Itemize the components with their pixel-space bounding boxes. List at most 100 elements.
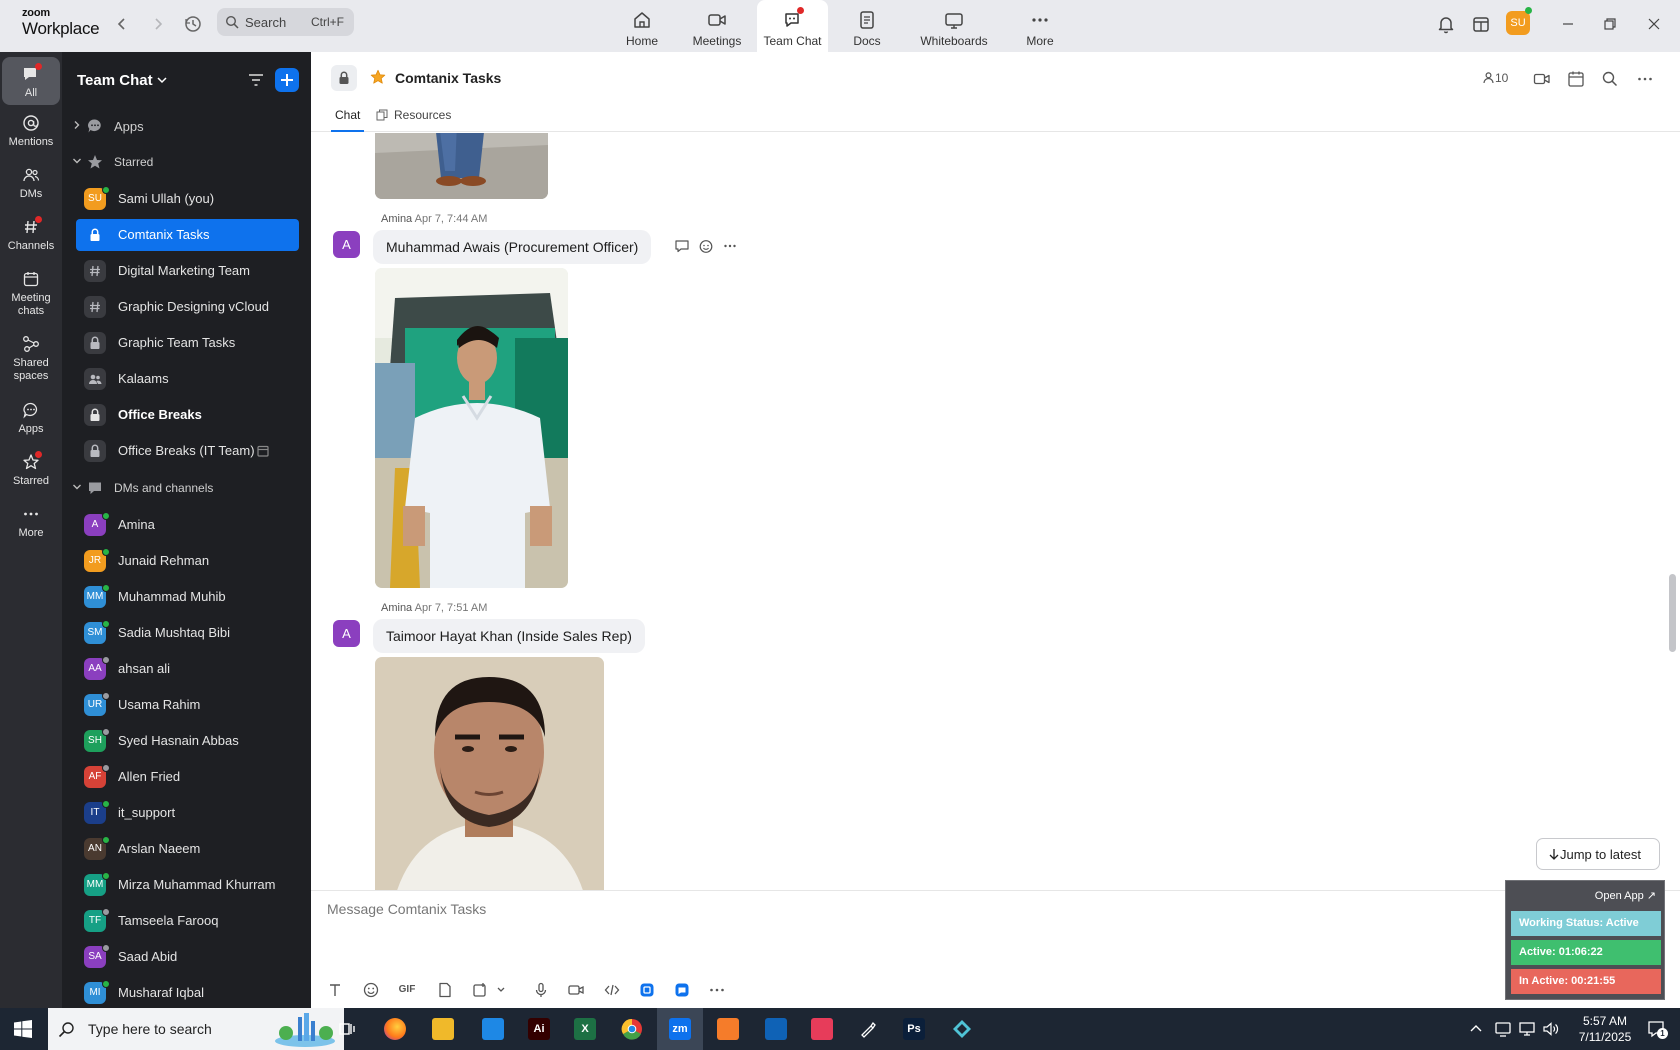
rail-all[interactable]: All bbox=[2, 57, 60, 105]
sidebar-item-dm[interactable]: AA ahsan ali bbox=[76, 653, 299, 685]
message-image[interactable] bbox=[375, 657, 604, 890]
taskbar-app-xampp[interactable] bbox=[705, 1008, 751, 1050]
scrollbar-thumb[interactable] bbox=[1669, 574, 1676, 652]
sidebar-item-dm[interactable]: SA Saad Abid bbox=[76, 941, 299, 973]
zoom-app-icon[interactable] bbox=[673, 981, 691, 999]
starred-icon[interactable] bbox=[370, 69, 386, 85]
rail-mentions[interactable]: Mentions bbox=[2, 114, 60, 149]
tab-chat[interactable]: Chat bbox=[331, 108, 365, 132]
text-format-icon[interactable] bbox=[326, 981, 344, 999]
volume-icon[interactable] bbox=[1542, 1020, 1560, 1038]
sidebar-item-dm[interactable]: MM Mirza Muhammad Khurram bbox=[76, 869, 299, 901]
minimize-icon[interactable] bbox=[1556, 12, 1580, 36]
rail-more[interactable]: More bbox=[2, 505, 60, 540]
message-bubble[interactable]: Taimoor Hayat Khan (Inside Sales Rep) bbox=[373, 619, 645, 653]
remote-desktop-icon[interactable] bbox=[1494, 1020, 1512, 1038]
sidebar-item-dm[interactable]: AF Allen Fried bbox=[76, 761, 299, 793]
history-clock-icon[interactable] bbox=[182, 13, 204, 35]
taskbar-app-vs-code[interactable] bbox=[470, 1008, 516, 1050]
sidebar-item-dm[interactable]: JR Junaid Rehman bbox=[76, 545, 299, 577]
chevron-down-icon[interactable] bbox=[156, 74, 168, 86]
sidebar-item-sami-ullah[interactable]: SU Sami Ullah (you) bbox=[76, 183, 299, 215]
jump-to-latest-button[interactable]: Jump to latest bbox=[1536, 838, 1660, 870]
taskbar-app-app-diamond[interactable] bbox=[939, 1008, 985, 1050]
rail-dms[interactable]: DMs bbox=[2, 166, 60, 201]
taskbar-app-illustrator[interactable]: Ai bbox=[516, 1008, 562, 1050]
sidebar-item-graphic-designing-vcloud[interactable]: Graphic Designing vCloud bbox=[76, 291, 299, 323]
message-composer[interactable]: Message Comtanix Tasks GIF bbox=[311, 890, 1680, 1008]
windows-start-icon[interactable] bbox=[14, 1020, 32, 1038]
emoji-reaction-icon[interactable] bbox=[698, 238, 714, 254]
channel-title[interactable]: Comtanix Tasks bbox=[395, 70, 501, 86]
taskbar-app-outlook[interactable] bbox=[753, 1008, 799, 1050]
tab-home[interactable]: Home bbox=[612, 0, 672, 52]
taskbar-search[interactable]: Type here to search bbox=[48, 1008, 344, 1050]
network-icon[interactable] bbox=[1518, 1020, 1536, 1038]
taskbar-app-creative-cloud[interactable] bbox=[799, 1008, 845, 1050]
screenshot-icon[interactable] bbox=[471, 981, 489, 999]
sidebar-item-graphic-team-tasks[interactable]: Graphic Team Tasks bbox=[76, 327, 299, 359]
rail-channels[interactable]: Channels bbox=[2, 216, 60, 253]
sidebar-item-kalaams[interactable]: Kalaams bbox=[76, 363, 299, 395]
section-starred[interactable]: Starred bbox=[72, 152, 272, 172]
sidebar-item-dm[interactable]: A Amina bbox=[76, 509, 299, 541]
message-list[interactable]: Amina Apr 7, 7:44 AM A Muhammad Awais (P… bbox=[311, 133, 1665, 890]
new-chat-button[interactable] bbox=[275, 68, 299, 92]
sidebar-item-comtanix-tasks[interactable]: Comtanix Tasks bbox=[76, 219, 299, 251]
reply-icon[interactable] bbox=[674, 238, 690, 254]
taskbar-app-photoshop[interactable]: Ps bbox=[891, 1008, 937, 1050]
message-image[interactable] bbox=[375, 133, 548, 199]
more-dots-icon[interactable] bbox=[708, 981, 726, 999]
sidebar-item-office-breaks-it-team[interactable]: Office Breaks (IT Team) bbox=[76, 435, 299, 467]
code-snippet-icon[interactable] bbox=[603, 981, 621, 999]
calendar-icon[interactable] bbox=[1567, 70, 1585, 88]
bell-icon[interactable] bbox=[1434, 12, 1458, 36]
sidebar-item-digital-marketing-team[interactable]: Digital Marketing Team bbox=[76, 255, 299, 287]
message-bubble[interactable]: Muhammad Awais (Procurement Officer) bbox=[373, 230, 652, 264]
rail-shared-spaces[interactable]: Shared spaces bbox=[2, 335, 60, 383]
taskbar-app-task-view[interactable] bbox=[324, 1008, 370, 1050]
search-box[interactable]: Search Ctrl+F bbox=[217, 8, 354, 36]
sidebar-item-dm[interactable]: AN Arslan Naeem bbox=[76, 833, 299, 865]
sender-name[interactable]: Amina bbox=[381, 602, 412, 614]
file-icon[interactable] bbox=[436, 981, 454, 999]
sidebar-item-dm[interactable]: IT it_support bbox=[76, 797, 299, 829]
video-camera-icon[interactable] bbox=[1533, 70, 1551, 88]
more-options-icon[interactable] bbox=[1636, 70, 1654, 88]
more-dots-icon[interactable] bbox=[722, 238, 738, 254]
calendar-gift-icon[interactable] bbox=[1469, 12, 1493, 36]
filter-icon[interactable] bbox=[247, 71, 265, 89]
sidebar-item-dm[interactable]: MI Musharaf Iqbal bbox=[76, 977, 299, 1009]
close-icon[interactable] bbox=[1642, 12, 1666, 36]
user-avatar[interactable]: SU bbox=[1506, 7, 1532, 35]
taskbar-app-excel[interactable]: X bbox=[562, 1008, 608, 1050]
scrollbar-track[interactable] bbox=[1665, 133, 1680, 890]
sidebar-item-dm[interactable]: MM Muhammad Muhib bbox=[76, 581, 299, 613]
taskbar-app-pen-tool[interactable] bbox=[845, 1008, 891, 1050]
back-arrow-icon[interactable] bbox=[111, 13, 133, 35]
section-dms-and-channels[interactable]: DMs and channels bbox=[72, 478, 272, 498]
taskbar-app-chrome[interactable] bbox=[609, 1008, 655, 1050]
notifications-icon[interactable]: 1 bbox=[1646, 1019, 1668, 1039]
sidebar-item-office-breaks[interactable]: Office Breaks bbox=[76, 399, 299, 431]
sender-name[interactable]: Amina bbox=[381, 213, 412, 225]
tab-more[interactable]: More bbox=[1008, 0, 1072, 52]
emoji-icon[interactable] bbox=[362, 981, 380, 999]
chevron-down-icon[interactable] bbox=[496, 981, 506, 999]
section-apps[interactable]: Apps bbox=[72, 116, 272, 136]
tab-team-chat[interactable]: Team Chat bbox=[757, 0, 828, 52]
app-shortcut-icon[interactable] bbox=[638, 981, 656, 999]
video-clip-icon[interactable] bbox=[567, 981, 585, 999]
chevron-up-icon[interactable] bbox=[1467, 1020, 1485, 1038]
rail-apps[interactable]: Apps bbox=[2, 401, 60, 436]
taskbar-app-file-explorer[interactable] bbox=[420, 1008, 466, 1050]
taskbar-app-firefox[interactable] bbox=[372, 1008, 418, 1050]
avatar[interactable]: A bbox=[333, 231, 360, 258]
forward-arrow-icon[interactable] bbox=[147, 13, 169, 35]
tab-docs[interactable]: Docs bbox=[834, 0, 900, 52]
restore-icon[interactable] bbox=[1598, 12, 1622, 36]
rail-starred[interactable]: Starred bbox=[2, 451, 60, 488]
tab-meetings[interactable]: Meetings bbox=[684, 0, 750, 52]
sidebar-item-dm[interactable]: UR Usama Rahim bbox=[76, 689, 299, 721]
avatar[interactable]: A bbox=[333, 620, 360, 647]
